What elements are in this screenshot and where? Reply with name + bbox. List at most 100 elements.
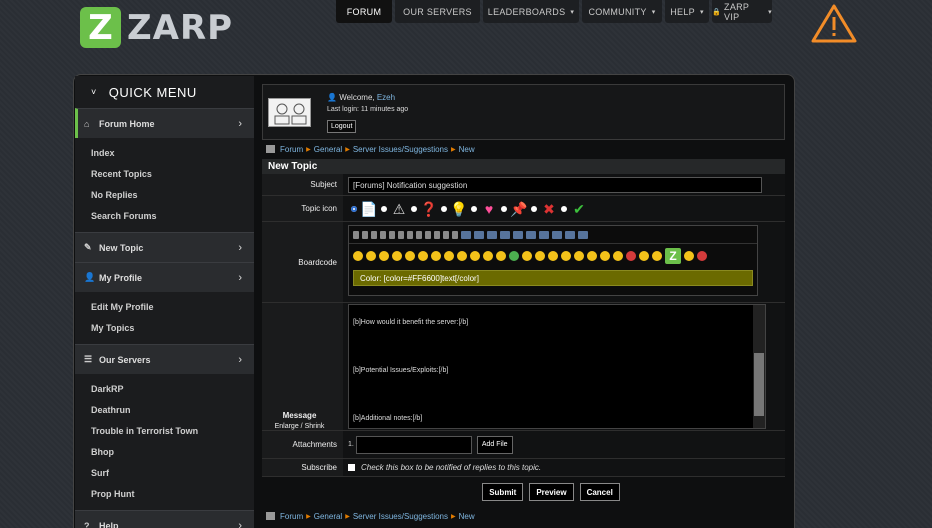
smiley-icon[interactable] [613,251,623,261]
smiley-icon[interactable] [684,251,694,261]
shrink-link[interactable]: Shrink [305,423,325,430]
smiley-icon[interactable] [509,251,519,261]
breadcrumb-link[interactable]: General [314,145,342,154]
spoiler-icon[interactable] [539,230,549,239]
topic-icon-radio[interactable] [561,206,567,212]
heart-icon[interactable]: ♥ [480,200,498,218]
sidebar-item[interactable]: Prop Hunt [75,483,254,504]
smiley-icon[interactable] [574,251,584,261]
sidebar-item[interactable]: My Topics [75,317,254,338]
sidebar-section-forum-home[interactable]: ⌂ Forum Home › [75,108,254,138]
breadcrumb-link[interactable]: General [314,512,342,521]
quick-menu-header[interactable]: ˅ QUICK MENU [75,76,254,108]
nav-our-servers[interactable]: OUR SERVERS [395,0,480,23]
smiley-icon[interactable] [535,251,545,261]
document-icon[interactable]: 📄 [360,200,378,218]
smiley-toolbar-icon[interactable] [578,230,588,239]
italic-icon[interactable] [362,230,368,239]
sidebar-item[interactable]: Index [75,142,254,163]
heart-smiley-icon[interactable] [697,251,707,261]
question-icon[interactable]: ❓ [420,200,438,218]
sidebar-section-new-topic[interactable]: ✎ New Topic › [75,232,254,262]
nav-leaderboards[interactable]: LEADERBOARDS ▾ [483,0,579,23]
code-icon[interactable] [474,230,484,239]
table-icon[interactable] [526,230,536,239]
align-right-icon[interactable] [443,230,449,239]
sidebar-item[interactable]: Trouble in Terrorist Town [75,420,254,441]
sidebar-section-my-profile[interactable]: 👤 My Profile › [75,262,254,292]
smiley-icon[interactable] [353,251,363,261]
breadcrumb-link[interactable]: Server Issues/Suggestions [353,145,448,154]
smiley-icon[interactable] [431,251,441,261]
font-icon[interactable] [407,230,413,239]
smiley-icon[interactable] [379,251,389,261]
warning-icon[interactable] [811,3,857,43]
sidebar-item[interactable]: Deathrun [75,399,254,420]
breadcrumb-link[interactable]: New [459,512,475,521]
topic-icon-radio[interactable] [411,206,417,212]
sidebar-item[interactable]: Recent Topics [75,163,254,184]
topic-icon-radio[interactable] [471,206,477,212]
smiley-icon[interactable] [418,251,428,261]
justify-icon[interactable] [452,230,458,239]
topic-icon-radio[interactable] [381,206,387,212]
zarp-smiley-icon[interactable]: Z [665,248,681,264]
breadcrumb-link[interactable]: Forum [280,145,303,154]
smiley-icon[interactable] [626,251,636,261]
smiley-icon[interactable] [483,251,493,261]
subject-input[interactable]: [Forums] Notification suggestion [348,177,762,193]
topic-icon-radio[interactable] [531,206,537,212]
smiley-icon[interactable] [548,251,558,261]
nav-forum[interactable]: FORUM [336,0,392,23]
smiley-icon[interactable] [522,251,532,261]
sidebar-item[interactable]: Surf [75,462,254,483]
subscript-icon[interactable] [398,230,404,239]
submit-button[interactable]: Submit [482,483,524,501]
subscribe-checkbox[interactable] [348,464,355,471]
topic-icon-radio[interactable] [501,206,507,212]
smiley-icon[interactable] [496,251,506,261]
breadcrumb-link[interactable]: Server Issues/Suggestions [353,512,448,521]
enlarge-link[interactable]: Enlarge [275,423,299,430]
image-icon[interactable] [500,230,510,239]
align-left-icon[interactable] [425,230,431,239]
smiley-icon[interactable] [652,251,662,261]
bold-icon[interactable] [353,230,359,239]
smiley-icon[interactable] [366,251,376,261]
sidebar-section-help[interactable]: ? Help › [75,510,254,528]
nav-zarp-vip[interactable]: 🔒 ZARP VIP ▾ [712,0,772,23]
sidebar-item[interactable]: No Replies [75,184,254,205]
list-icon[interactable] [416,230,422,239]
checkmark-icon[interactable]: ✔ [570,200,588,218]
sidebar-section-our-servers[interactable]: ☰ Our Servers › [75,344,254,374]
scrollbar-thumb[interactable] [754,353,764,416]
pin-icon[interactable]: 📌 [510,200,528,218]
cancel-button[interactable]: Cancel [579,483,620,501]
youtube-icon[interactable] [552,230,562,239]
underline-icon[interactable] [371,230,377,239]
align-center-icon[interactable] [434,230,440,239]
superscript-icon[interactable] [389,230,395,239]
smiley-icon[interactable] [444,251,454,261]
smiley-icon[interactable] [587,251,597,261]
preview-button[interactable]: Preview [529,483,574,501]
smiley-icon[interactable] [561,251,571,261]
smiley-icon[interactable] [457,251,467,261]
smiley-icon[interactable] [405,251,415,261]
logout-button[interactable]: Logout [327,120,357,133]
sidebar-item[interactable]: Edit My Profile [75,296,254,317]
message-scrollbar[interactable] [753,305,765,428]
nav-help[interactable]: HELP ▾ [665,0,709,23]
link-icon[interactable] [487,230,497,239]
breadcrumb-link[interactable]: Forum [280,512,303,521]
quote-icon[interactable] [461,230,471,239]
email-icon[interactable] [513,230,523,239]
smiley-icon[interactable] [639,251,649,261]
site-logo[interactable]: Z ZARP [80,7,233,48]
sidebar-item[interactable]: Search Forums [75,205,254,226]
sidebar-item[interactable]: Bhop [75,441,254,462]
warning-triangle-icon[interactable]: ⚠ [390,200,408,218]
topic-icon-radio[interactable] [441,206,447,212]
hr-icon[interactable] [565,230,575,239]
message-textarea[interactable]: [b]How would it benefit the server:[/b] … [348,304,766,429]
